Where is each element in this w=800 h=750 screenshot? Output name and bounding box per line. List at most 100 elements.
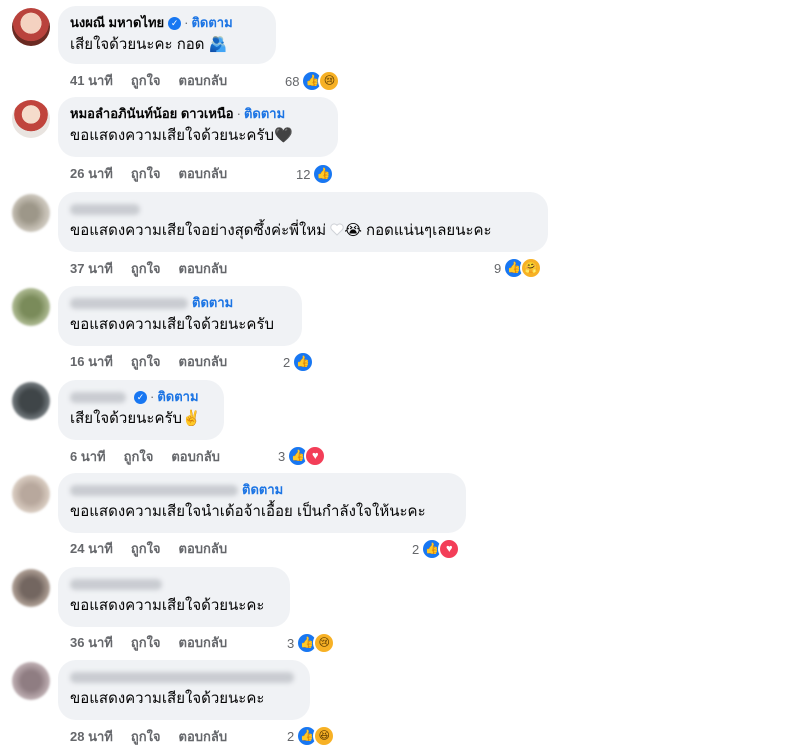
blurred-author-name (70, 392, 126, 404)
avatar[interactable] (12, 8, 50, 46)
like-button[interactable]: ถูกใจ (131, 354, 161, 369)
avatar[interactable] (12, 288, 50, 326)
reaction-count: 68 (285, 73, 300, 89)
reaction-summary[interactable]: 2 👍 😆 (287, 725, 336, 747)
like-button[interactable]: ถูกใจ (131, 635, 161, 650)
like-button[interactable]: ถูกใจ (131, 729, 161, 744)
comment-bubble: ติดตาม ขอแสดงความเสียใจด้วยนะครับ (58, 286, 302, 346)
love-reaction-icon: ♥ (438, 538, 461, 560)
blurred-author-name (70, 579, 162, 591)
like-button[interactable]: ถูกใจ (124, 449, 154, 464)
love-reaction-icon: ♥ (304, 445, 327, 467)
reaction-summary[interactable]: 3 👍 ♥ (278, 445, 327, 467)
comment-actions: 41 นาที ถูกใจ ตอบกลับ (70, 72, 245, 90)
like-button[interactable]: ถูกใจ (131, 166, 161, 181)
verified-badge-icon: ✓ (168, 17, 182, 31)
comment-actions: 36 นาที ถูกใจ ตอบกลับ (70, 634, 245, 652)
comment-text: ขอแสดงความเสียใจด้วยนะคะ (70, 597, 265, 614)
like-button[interactable]: ถูกใจ (131, 73, 161, 88)
comment-text: ขอแสดงความเสียใจอย่างสุดซึ้งค่ะพี่ใหม่ (70, 222, 327, 239)
comment-text: เสียใจด้วยนะครับ (70, 410, 183, 427)
reply-button[interactable]: ตอบกลับ (179, 729, 228, 744)
black-heart-emoji-icon: 🖤 (273, 127, 293, 144)
reaction-summary[interactable]: 12 👍 (296, 163, 335, 185)
reaction-count: 9 (494, 260, 502, 276)
comment-actions: 16 นาที ถูกใจ ตอบกลับ (70, 353, 245, 371)
verified-badge-icon: ✓ (134, 391, 147, 405)
comment-actions: 26 นาที ถูกใจ ตอบกลับ (70, 165, 245, 183)
reply-button[interactable]: ตอบกลับ (179, 354, 228, 369)
like-button[interactable]: ถูกใจ (131, 541, 161, 556)
avatar[interactable] (12, 382, 50, 420)
reply-button[interactable]: ตอบกลับ (179, 635, 228, 650)
comment-bubble: ขอแสดงความเสียใจอย่างสุดซึ้งค่ะพี่ใหม่ 😭… (58, 192, 548, 252)
reaction-summary[interactable]: 2 👍 ♥ (412, 538, 461, 560)
avatar[interactable] (12, 100, 50, 138)
reaction-summary[interactable]: 68 👍 😢 (285, 70, 341, 92)
care-reaction-icon: 🤗 (520, 257, 543, 279)
reaction-count: 3 (287, 635, 295, 651)
reply-button[interactable]: ตอบกลับ (179, 73, 228, 88)
avatar[interactable] (12, 475, 50, 513)
like-button[interactable]: ถูกใจ (131, 261, 161, 276)
timestamp[interactable]: 41 นาที (70, 73, 113, 88)
comment-actions: 28 นาที ถูกใจ ตอบกลับ (70, 728, 245, 746)
comment-bubble: นงผณี มหาดไทย ✓ · ติดตาม เสียใจด้วยนะคะ กอด… (58, 6, 276, 64)
blurred-author-name (70, 485, 238, 497)
comment-text: เสียใจด้วยนะคะ กอด (70, 36, 205, 53)
follow-link[interactable]: ติดตาม (157, 389, 198, 404)
follow-link[interactable]: ติดตาม (191, 15, 232, 30)
follow-link[interactable]: ติดตาม (242, 482, 283, 497)
reaction-count: 2 (283, 354, 291, 370)
reaction-summary[interactable]: 2 👍 (283, 351, 315, 373)
reaction-count: 2 (412, 541, 420, 557)
haha-reaction-icon: 😆 (313, 725, 336, 747)
separator: · (150, 389, 155, 404)
comment-text: ขอแสดงความเสียใจด้วยนะครับ (70, 316, 274, 333)
crying-emoji-icon: 😭 (344, 222, 362, 239)
follow-link[interactable]: ติดตาม (244, 106, 285, 121)
timestamp[interactable]: 6 นาที (70, 449, 106, 464)
like-reaction-icon: 👍 (312, 163, 335, 185)
timestamp[interactable]: 16 นาที (70, 354, 113, 369)
follow-link[interactable]: ติดตาม (192, 295, 233, 310)
sad-reaction-icon: 😢 (313, 632, 336, 654)
reaction-count: 2 (287, 728, 295, 744)
blurred-author-name (70, 204, 140, 216)
separator: · (184, 15, 189, 30)
timestamp[interactable]: 28 นาที (70, 729, 113, 744)
avatar[interactable] (12, 194, 50, 232)
sad-reaction-icon: 😢 (318, 70, 341, 92)
blurred-author-name (70, 298, 188, 310)
reply-button[interactable]: ตอบกลับ (179, 166, 228, 181)
timestamp[interactable]: 26 นาที (70, 166, 113, 181)
white-heart-icon (330, 221, 344, 236)
reaction-summary[interactable]: 9 👍 🤗 (494, 257, 543, 279)
timestamp[interactable]: 24 นาที (70, 541, 113, 556)
blurred-author-name (70, 672, 294, 684)
avatar[interactable] (12, 662, 50, 700)
author-name[interactable]: นงผณี มหาดไทย (70, 15, 164, 30)
separator: · (236, 106, 241, 121)
victory-hand-emoji-icon: ✌️ (182, 410, 201, 427)
comments-list: นงผณี มหาดไทย ✓ · ติดตาม เสียใจด้วยนะคะ กอด… (0, 0, 800, 750)
comment-text: ขอแสดงความเสียใจนำเด้อจ้าเอื้อย เป็นกำลั… (70, 503, 426, 520)
comment-bubble: ขอแสดงความเสียใจด้วยนะคะ (58, 567, 290, 627)
comment-bubble: ✓ · ติดตาม เสียใจด้วยนะครับ✌️ (58, 380, 224, 440)
timestamp[interactable]: 36 นาที (70, 635, 113, 650)
comment-text-tail: กอดแน่นๆเลยนะคะ (366, 222, 492, 239)
hug-emoji-icon: 🫂 (208, 36, 228, 53)
comment-bubble: ขอแสดงความเสียใจด้วยนะคะ (58, 660, 310, 720)
comment-actions: 6 นาที ถูกใจ ตอบกลับ (70, 448, 238, 466)
comment-actions: 37 นาที ถูกใจ ตอบกลับ (70, 260, 245, 278)
reaction-summary[interactable]: 3 👍 😢 (287, 632, 336, 654)
reply-button[interactable]: ตอบกลับ (179, 261, 228, 276)
reply-button[interactable]: ตอบกลับ (179, 541, 228, 556)
like-reaction-icon: 👍 (292, 351, 315, 373)
timestamp[interactable]: 37 นาที (70, 261, 113, 276)
author-name[interactable]: หมอลำอภินันท์น้อย ดาวเหนือ (70, 106, 234, 121)
comment-bubble: หมอลำอภินันท์น้อย ดาวเหนือ · ติดตาม ขอแสดง… (58, 97, 338, 157)
comment-text: ขอแสดงความเสียใจด้วยนะคะ (70, 690, 265, 707)
reply-button[interactable]: ตอบกลับ (171, 449, 220, 464)
avatar[interactable] (12, 569, 50, 607)
